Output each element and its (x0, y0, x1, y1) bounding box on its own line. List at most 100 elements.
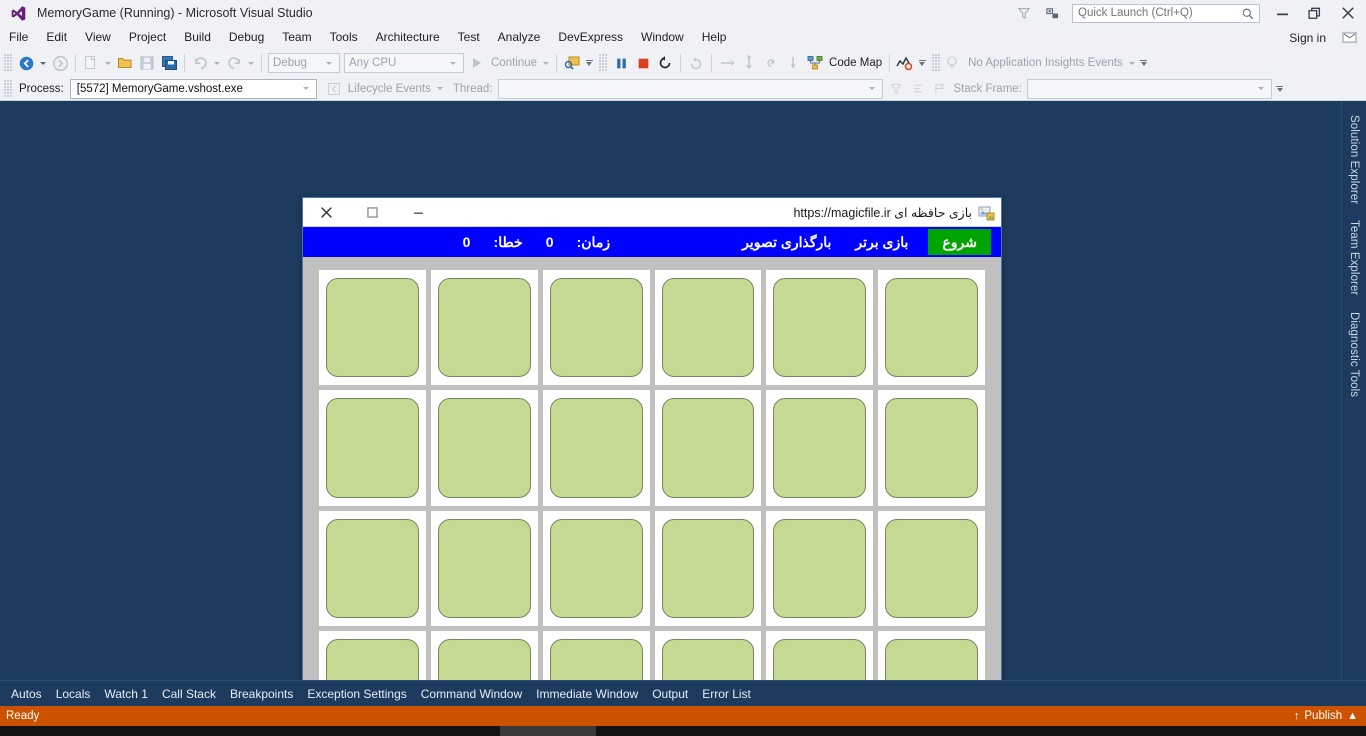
lifecycle-events-icon[interactable] (323, 78, 345, 100)
app-insights-dropdown-icon[interactable] (1128, 61, 1135, 65)
lifecycle-events-label[interactable]: Lifecycle Events (345, 83, 434, 95)
pause-icon[interactable] (610, 52, 632, 74)
step-out-icon[interactable] (760, 52, 782, 74)
memory-card[interactable] (654, 270, 762, 386)
tab-immediate-window[interactable]: Immediate Window (529, 681, 645, 707)
filter-icon[interactable] (885, 78, 907, 100)
tab-error-list[interactable]: Error List (695, 681, 758, 707)
memory-card[interactable] (878, 390, 985, 506)
memory-card[interactable] (542, 630, 650, 680)
rail-tab-solution-explorer[interactable]: Solution Explorer (1344, 107, 1364, 212)
continue-dropdown-icon[interactable] (543, 61, 550, 65)
toolbar-grip[interactable] (4, 79, 12, 98)
toolbar-grip[interactable] (4, 54, 12, 72)
solution-platform-combo[interactable]: Any CPU (344, 53, 464, 73)
app-insights-events-label[interactable]: No Application Insights Events (965, 57, 1126, 69)
stack-frame-combo[interactable] (1026, 78, 1272, 99)
menu-edit[interactable]: Edit (37, 26, 76, 49)
sign-in-button[interactable]: Sign in (1281, 31, 1334, 45)
menu-view[interactable]: View (76, 26, 120, 49)
stop-icon[interactable] (632, 52, 654, 74)
memory-card[interactable] (319, 510, 426, 626)
memory-card[interactable] (654, 630, 762, 680)
undo-dropdown-icon[interactable] (214, 61, 220, 65)
navigate-forward-icon[interactable] (49, 52, 71, 74)
memory-card[interactable] (878, 270, 985, 386)
memory-card[interactable] (542, 510, 650, 626)
toolbar-grip[interactable] (599, 54, 608, 72)
step-over-icon[interactable] (738, 52, 760, 74)
memory-card[interactable] (766, 510, 874, 626)
feedback-icon[interactable] (1338, 28, 1360, 47)
tab-autos[interactable]: Autos (4, 681, 49, 707)
flag-icon[interactable] (929, 78, 951, 100)
rail-tab-diagnostic-tools[interactable]: Diagnostic Tools (1344, 304, 1364, 405)
app-insights-icon[interactable] (943, 52, 965, 74)
rail-tab-team-explorer[interactable]: Team Explorer (1344, 212, 1364, 303)
attach-to-process-icon[interactable] (561, 52, 583, 74)
game-upload-image-menu[interactable]: بارگذاری تصویر (730, 227, 843, 257)
memory-card[interactable] (878, 510, 985, 626)
memory-card[interactable] (319, 630, 426, 680)
memory-card[interactable] (654, 390, 762, 506)
play-icon[interactable] (466, 52, 488, 74)
lifecycle-events-dropdown-icon[interactable] (436, 87, 443, 90)
toolbar-grip[interactable] (932, 54, 941, 72)
menu-tools[interactable]: Tools (321, 26, 367, 49)
save-all-icon[interactable] (158, 52, 180, 74)
tab-call-stack[interactable]: Call Stack (155, 681, 223, 707)
code-map-icon[interactable] (804, 52, 826, 74)
solution-configuration-combo[interactable]: Debug (268, 53, 340, 73)
tab-output[interactable]: Output (645, 681, 695, 707)
continue-button-label[interactable]: Continue (488, 57, 540, 69)
game-start-button[interactable]: شروع (928, 229, 991, 255)
memory-card[interactable] (430, 390, 538, 506)
menu-devexpress[interactable]: DevExpress (549, 26, 632, 49)
attach-overflow-icon[interactable] (583, 52, 595, 74)
memory-card[interactable] (766, 630, 874, 680)
toolbar-overflow-icon[interactable] (1138, 52, 1150, 74)
menu-team[interactable]: Team (273, 26, 320, 49)
redo-dropdown-icon[interactable] (248, 61, 254, 65)
new-project-dropdown-icon[interactable] (105, 61, 111, 65)
filter-icon[interactable] (1010, 0, 1038, 26)
memory-card[interactable] (878, 630, 985, 680)
undo-icon[interactable] (189, 52, 211, 74)
game-close-button[interactable] (313, 201, 339, 223)
new-project-icon[interactable] (80, 52, 102, 74)
navigate-back-dropdown-icon[interactable] (40, 61, 46, 65)
step-cursor-icon[interactable] (782, 52, 804, 74)
tab-command-window[interactable]: Command Window (414, 681, 529, 707)
memory-card[interactable] (430, 630, 538, 680)
memory-card[interactable] (319, 270, 426, 386)
menu-project[interactable]: Project (120, 26, 175, 49)
quick-launch-input[interactable] (1073, 7, 1235, 19)
menu-help[interactable]: Help (693, 26, 736, 49)
thread-markers-icon[interactable] (907, 78, 929, 100)
menu-file[interactable]: File (0, 26, 37, 49)
game-minimize-button[interactable] (405, 201, 431, 223)
process-combo[interactable]: [5572] MemoryGame.vshost.exe (69, 78, 317, 99)
game-top-game-menu[interactable]: بازی برتر (843, 227, 920, 257)
memory-card[interactable] (319, 390, 426, 506)
tab-watch-1[interactable]: Watch 1 (97, 681, 155, 707)
publish-button[interactable]: Publish (1304, 710, 1342, 722)
restart-icon[interactable] (654, 52, 676, 74)
ide-minimize-button[interactable] (1266, 0, 1298, 26)
memory-card[interactable] (542, 390, 650, 506)
navigate-back-icon[interactable] (15, 52, 37, 74)
save-icon[interactable] (136, 52, 158, 74)
show-next-statement-icon[interactable] (685, 52, 707, 74)
thread-combo[interactable] (497, 78, 883, 99)
tab-breakpoints[interactable]: Breakpoints (223, 681, 300, 707)
tab-exception-settings[interactable]: Exception Settings (300, 681, 413, 707)
diagnostics-overflow-icon[interactable] (916, 52, 928, 74)
game-maximize-button[interactable] (359, 201, 385, 223)
ide-restore-button[interactable] (1298, 0, 1330, 26)
tab-locals[interactable]: Locals (49, 681, 98, 707)
extension-icon[interactable] (1038, 0, 1066, 26)
memory-card[interactable] (430, 510, 538, 626)
open-file-icon[interactable] (114, 52, 136, 74)
redo-icon[interactable] (223, 52, 245, 74)
menu-debug[interactable]: Debug (220, 26, 273, 49)
